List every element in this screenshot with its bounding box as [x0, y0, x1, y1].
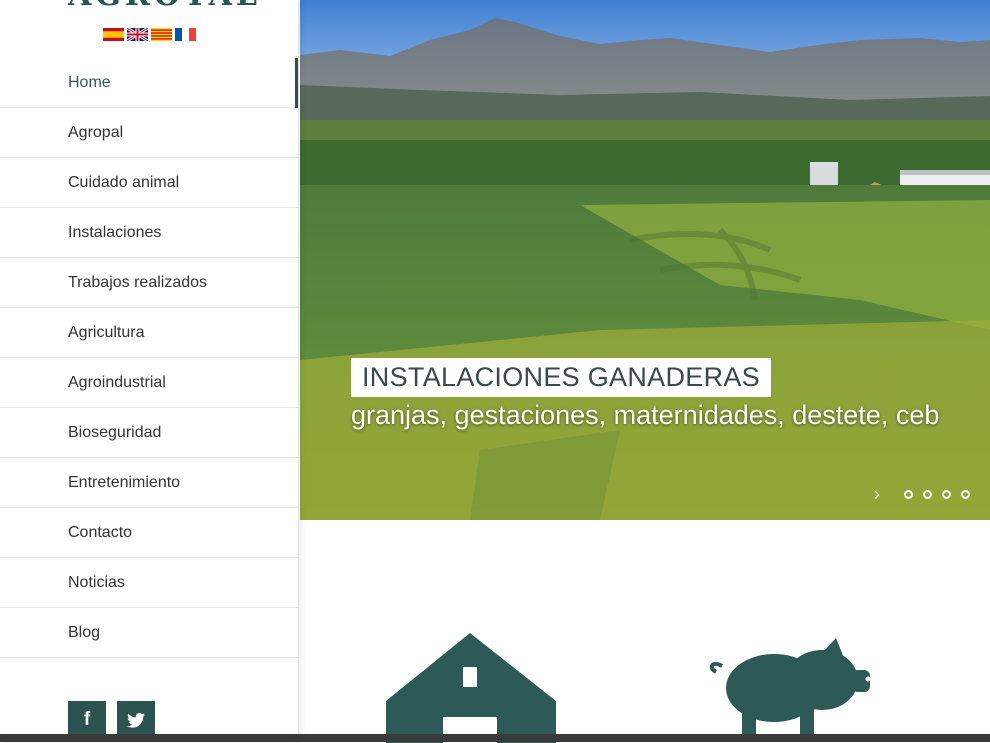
- nav-item-agroindustrial[interactable]: Agroindustrial: [0, 358, 298, 408]
- main-nav: Home Agropal Cuidado animal Instalacione…: [0, 58, 298, 658]
- flag-en-icon[interactable]: [127, 28, 148, 41]
- flag-ca-icon[interactable]: [151, 28, 172, 41]
- slider-dot[interactable]: [942, 490, 951, 499]
- nav-item-instalaciones[interactable]: Instalaciones: [0, 208, 298, 258]
- nav-item-agricultura[interactable]: Agricultura: [0, 308, 298, 358]
- nav-item-agropal[interactable]: Agropal: [0, 108, 298, 158]
- language-selector: [103, 28, 196, 41]
- site-logo[interactable]: AGROTAL: [68, 0, 261, 13]
- flag-es-icon[interactable]: [103, 28, 124, 41]
- hero-subtitle: granjas, gestaciones, maternidades, dest…: [351, 400, 940, 430]
- flag-fr-icon[interactable]: [175, 28, 196, 41]
- bottom-bar: [0, 734, 990, 742]
- pig-icon[interactable]: [704, 638, 879, 738]
- nav-item-noticias[interactable]: Noticias: [0, 558, 298, 608]
- slider-dot[interactable]: [961, 490, 970, 499]
- nav-item-bioseguridad[interactable]: Bioseguridad: [0, 408, 298, 458]
- sidebar: AGROTAL Home Agropal Cuidado animal Inst…: [0, 0, 299, 742]
- nav-item-blog[interactable]: Blog: [0, 608, 298, 658]
- slider-dots: [904, 490, 970, 499]
- slider-dot[interactable]: [904, 490, 913, 499]
- nav-item-contacto[interactable]: Contacto: [0, 508, 298, 558]
- hero-title: INSTALACIONES GANADERAS: [351, 358, 771, 397]
- slider-next-arrow-icon[interactable]: ›: [874, 484, 880, 505]
- facebook-icon: f: [83, 709, 91, 730]
- hero-image: [300, 0, 990, 520]
- features-section: [300, 520, 990, 743]
- nav-item-home[interactable]: Home: [0, 58, 298, 108]
- barn-icon[interactable]: [386, 633, 556, 743]
- nav-item-trabajos-realizados[interactable]: Trabajos realizados: [0, 258, 298, 308]
- hero-slider: INSTALACIONES GANADERAS granjas, gestaci…: [300, 0, 990, 520]
- slider-dot[interactable]: [923, 490, 932, 499]
- twitter-icon: [127, 712, 145, 728]
- nav-item-cuidado-animal[interactable]: Cuidado animal: [0, 158, 298, 208]
- nav-item-entretenimiento[interactable]: Entretenimiento: [0, 458, 298, 508]
